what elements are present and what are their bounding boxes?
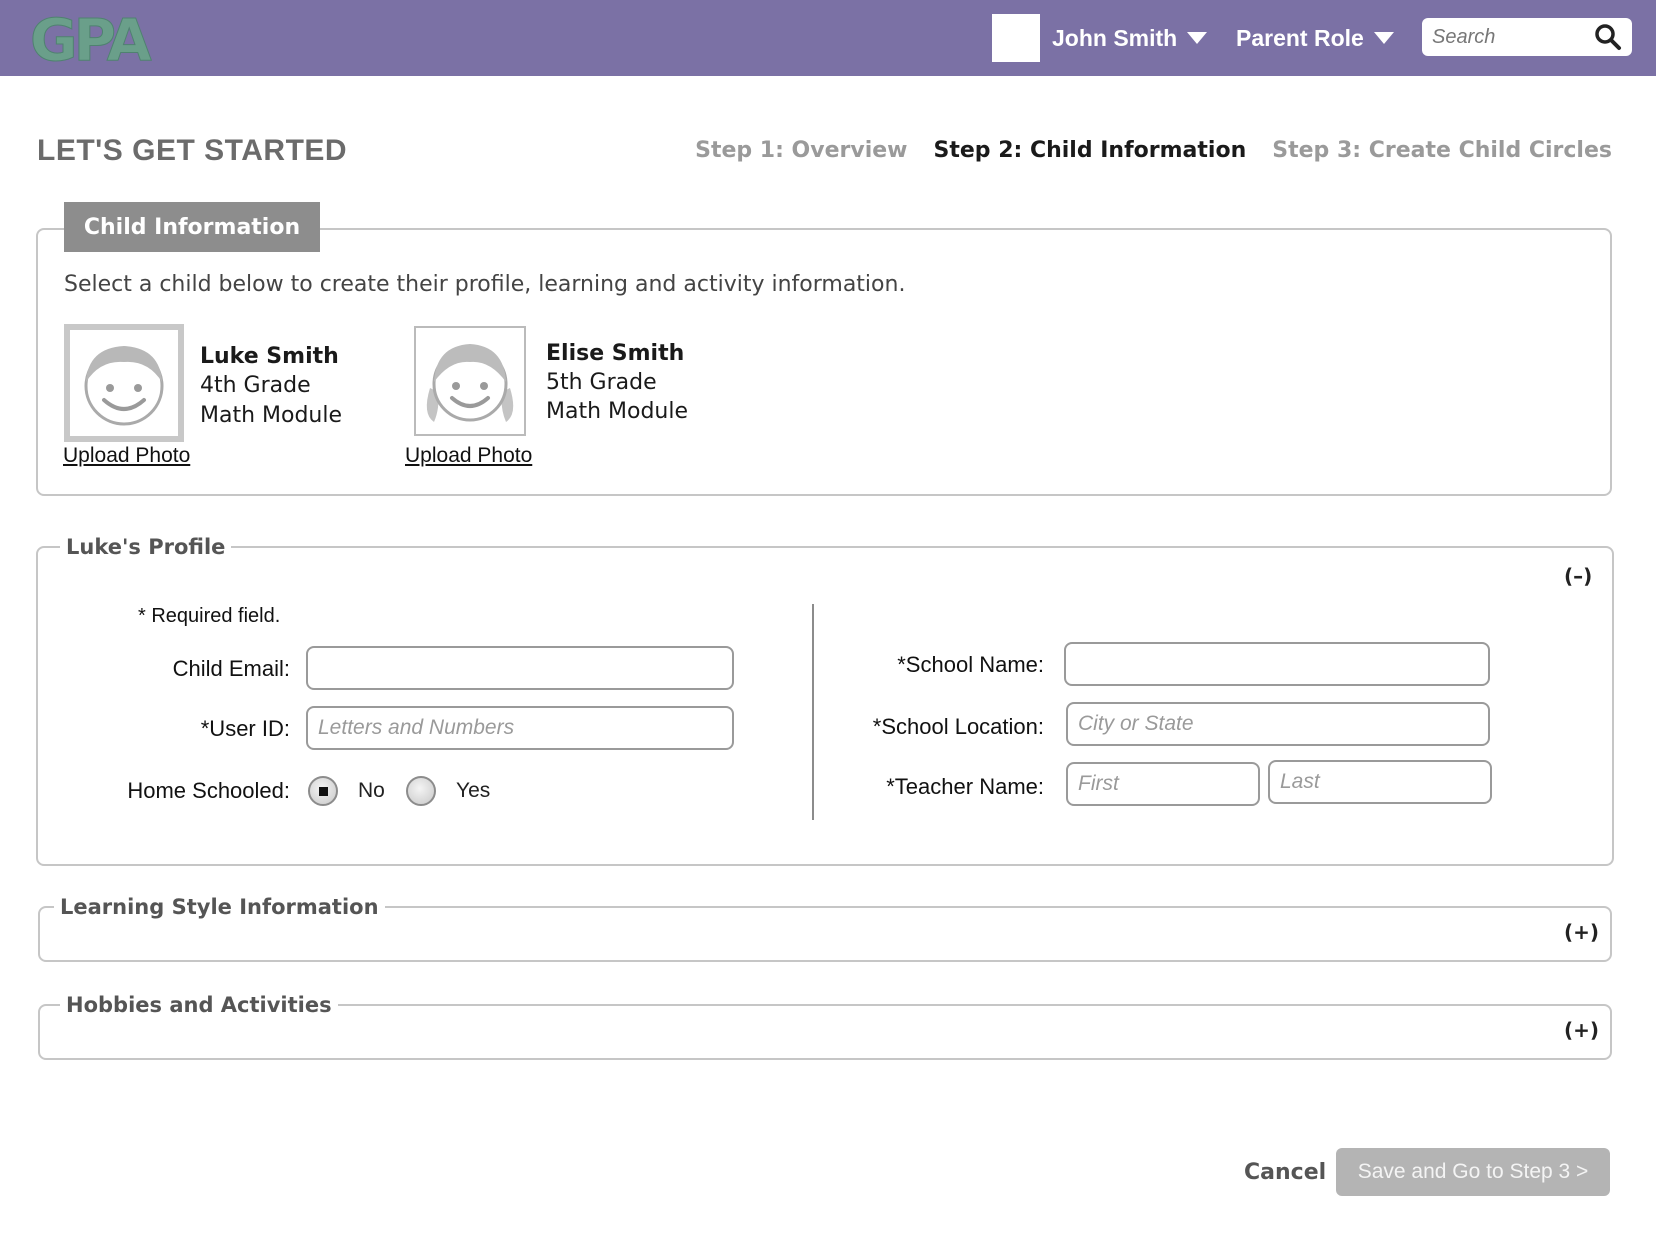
learning-style-section-title: Learning Style Information <box>54 895 385 919</box>
step-create-child-circles[interactable]: Step 3: Create Child Circles <box>1272 138 1612 163</box>
page-title: LET'S GET STARTED <box>37 134 348 167</box>
child-photo-elise[interactable] <box>414 326 526 436</box>
user-avatar[interactable] <box>992 14 1040 62</box>
search-icon[interactable] <box>1594 23 1622 51</box>
hobbies-section-title: Hobbies and Activities <box>60 993 338 1017</box>
child-selection-instructions: Select a child below to create their pro… <box>64 272 906 297</box>
child-module-elise: Math Module <box>546 399 689 424</box>
profile-section-title: Luke's Profile <box>60 535 232 559</box>
school-location-field[interactable] <box>1066 702 1490 746</box>
home-schooled-no-radio[interactable] <box>308 776 338 806</box>
hobbies-expand-toggle[interactable]: (+) <box>1564 1018 1599 1042</box>
child-name-elise[interactable]: Elise Smith <box>546 341 684 366</box>
save-and-continue-button[interactable]: Save and Go to Step 3 > <box>1336 1148 1610 1196</box>
required-field-note: * Required field. <box>138 605 281 627</box>
school-name-field[interactable] <box>1064 642 1490 686</box>
user-id-label: *User ID: <box>200 716 290 741</box>
home-schooled-label: Home Schooled: <box>127 778 290 803</box>
child-grade-elise: 5th Grade <box>546 370 657 395</box>
school-location-label: *School Location: <box>872 714 1044 739</box>
child-email-field[interactable] <box>306 646 734 690</box>
boy-avatar-icon <box>84 346 164 426</box>
teacher-last-name-field[interactable] <box>1268 760 1492 804</box>
radio-selected-dot <box>319 787 328 796</box>
child-module-luke: Math Module <box>200 403 343 428</box>
user-name: John Smith <box>1052 24 1178 51</box>
home-schooled-yes-label: Yes <box>456 779 491 802</box>
teacher-name-label: *Teacher Name: <box>886 774 1044 799</box>
search-input[interactable] <box>1432 22 1592 52</box>
teacher-first-name-field[interactable] <box>1066 762 1260 806</box>
upload-photo-luke-link[interactable]: Upload Photo <box>63 444 190 468</box>
svg-text:GPA: GPA <box>30 10 152 68</box>
child-grade-luke: 4th Grade <box>200 373 311 398</box>
learning-style-expand-toggle[interactable]: (+) <box>1564 920 1599 944</box>
caret-down-icon <box>1373 32 1394 44</box>
search-box <box>1422 18 1632 56</box>
home-schooled-no-label: No <box>358 779 385 802</box>
step-progress: Step 1: Overview Step 2: Child Informati… <box>695 138 1612 163</box>
step-overview[interactable]: Step 1: Overview <box>695 138 907 163</box>
user-id-field[interactable] <box>306 706 734 750</box>
user-menu-dropdown[interactable]: John Smith <box>1052 22 1208 54</box>
cancel-link[interactable]: Cancel <box>1244 1160 1326 1185</box>
role-name: Parent Role <box>1236 24 1364 51</box>
child-email-label: Child Email: <box>172 656 290 681</box>
upload-photo-elise-link[interactable]: Upload Photo <box>405 444 532 468</box>
child-photo-luke[interactable] <box>64 324 184 442</box>
home-schooled-yes-radio[interactable] <box>406 776 436 806</box>
school-name-label: *School Name: <box>897 652 1044 677</box>
girl-avatar-icon <box>426 344 514 422</box>
caret-down-icon <box>1187 32 1208 44</box>
child-name-luke[interactable]: Luke Smith <box>200 344 339 369</box>
top-nav-bar: GPA John Smith Parent Role <box>0 0 1656 76</box>
form-column-divider <box>812 604 814 820</box>
profile-collapse-toggle[interactable]: (–) <box>1564 564 1592 588</box>
gpa-logo[interactable]: GPA <box>28 10 192 68</box>
step-child-information[interactable]: Step 2: Child Information <box>934 138 1247 163</box>
child-information-tab: Child Information <box>64 202 320 252</box>
role-menu-dropdown[interactable]: Parent Role <box>1236 22 1394 54</box>
